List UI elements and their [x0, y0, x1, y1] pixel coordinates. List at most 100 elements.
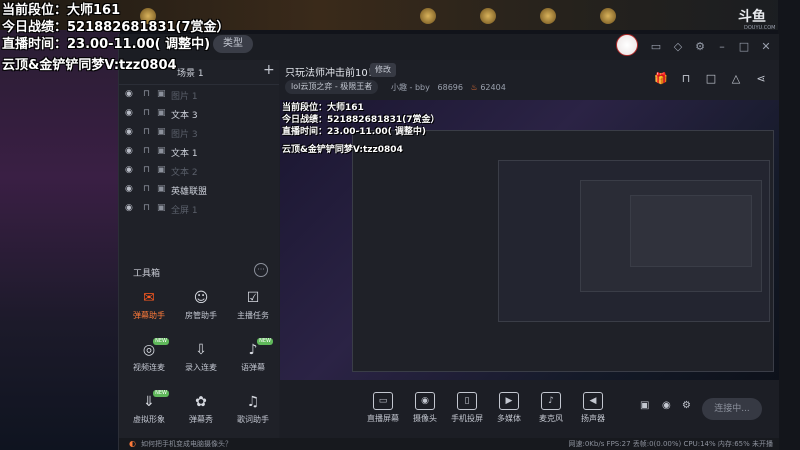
source-row[interactable]: ◉ ⊓ ▣ 图片 3 [125, 124, 275, 142]
lock-icon[interactable]: ⊓ [143, 108, 150, 118]
tool-button[interactable]: ☑ 主播任务 [229, 290, 277, 328]
eye-icon[interactable]: ◉ [125, 127, 135, 137]
eye-icon[interactable]: ◉ [125, 165, 135, 175]
douyu-logo: 斗鱼 [738, 9, 766, 25]
lock-icon[interactable]: ⊓ [143, 184, 150, 194]
eye-icon[interactable]: ◉ [125, 89, 135, 99]
lock-icon[interactable]: ⊓ [143, 146, 150, 156]
streamer-name: 小趣 - bby [391, 83, 430, 92]
person-icon: ☺ [193, 290, 209, 306]
share-icon[interactable]: ⋖ [754, 72, 768, 86]
source-type-icon: ▣ [157, 108, 166, 118]
lock-icon[interactable]: ⊓ [143, 203, 150, 213]
control-button[interactable]: ▯ 手机投屏 [444, 392, 490, 424]
stream-title: 只玩法师冲击前10！ [285, 68, 378, 79]
control-button[interactable]: ▶ 多媒体 [486, 392, 532, 424]
control-button[interactable]: ◉ 摄像头 [402, 392, 448, 424]
game-coin-icon [540, 8, 556, 24]
record-icon[interactable]: ◉ [662, 400, 671, 411]
lock-icon[interactable]: ⊓ [143, 89, 150, 99]
source-label: 文本 2 [171, 168, 198, 178]
lyrics-icon: ♫ [246, 394, 260, 410]
stream-overlay-text: 当前段位：大师161 今日战绩：521882681831(7赏金） 直播时间：2… [2, 2, 230, 74]
task-icon: ☑ [246, 290, 260, 306]
maximize-icon[interactable]: □ [737, 40, 751, 54]
tool-button[interactable]: ♫ 歌词助手 [229, 394, 277, 432]
message-icon[interactable]: ▭ [649, 40, 663, 54]
source-row[interactable]: ◉ ⊓ ▣ 文本 3 [125, 105, 275, 123]
source-label: 图片 1 [171, 92, 198, 102]
source-row[interactable]: ◉ ⊓ ▣ 文本 2 [125, 162, 275, 180]
new-badge: NEW [153, 390, 169, 397]
control-bar: ▭ 直播屏幕 ◉ 摄像头 ▯ 手机投屏 ▶ 多媒体 ♪ 麦克风 ◀ 扬声器 ▣ ◉ ⚙ 连接中... [280, 380, 779, 438]
stream-stats: 小趣 - bby 68696 ♨ 62404 [391, 82, 506, 93]
tool-button[interactable]: ☺ 房管助手 [177, 290, 225, 328]
lock-icon[interactable]: ⊓ [143, 165, 150, 175]
source-type-icon: ▣ [157, 203, 166, 213]
source-row[interactable]: ◉ ⊓ ▣ 图片 1 [125, 86, 275, 104]
settings-icon[interactable]: ⚙ [693, 40, 707, 54]
control-icon: ◀ [583, 392, 603, 410]
source-row[interactable]: ◉ ⊓ ▣ 全屏 1 [125, 200, 275, 218]
lock-icon[interactable]: ⊓ [143, 127, 150, 137]
category-pill[interactable]: lol云顶之弈 - 极限王者 [285, 80, 379, 94]
camera-small-icon[interactable]: ▣ [640, 400, 649, 411]
source-label: 文本 1 [171, 149, 198, 159]
control-icon: ▶ [499, 392, 519, 410]
tool-button[interactable]: ✿ 弹幕秀 [177, 394, 225, 432]
tool-button[interactable]: ◎ 视频连麦 NEW [125, 338, 173, 380]
preview-contact-line: 云顶&金铲铲同梦V:tzz0804 [282, 145, 403, 155]
tool-button[interactable]: ⇩ 录入连麦 [177, 342, 225, 380]
window-icon[interactable]: □ [704, 72, 718, 86]
user-avatar[interactable] [616, 34, 638, 56]
control-button[interactable]: ♪ 麦克风 [528, 392, 574, 424]
eye-icon[interactable]: ◉ [125, 203, 135, 213]
eye-icon[interactable]: ◉ [125, 108, 135, 118]
bell-icon[interactable]: △ [729, 72, 743, 86]
preview-schedule-line: 直播时间：23.00-11.00( 调整中) [282, 127, 427, 137]
contact-line: 云顶&金铲铲同梦V:tzz0804 [2, 58, 177, 73]
left-panel: 场景 1 + ◉ ⊓ ▣ 图片 1 ◉ ⊓ ▣ 文本 3 ◉ ⊓ ▣ 图片 3 ◉ ⊓ ▣ 文本 1 ◉ ⊓ ▣ 文本… [119, 60, 279, 450]
source-label: 英雄联盟 [171, 187, 208, 197]
source-label: 全屏 1 [171, 206, 198, 216]
minimize-icon[interactable]: – [715, 40, 729, 54]
control-button[interactable]: ◀ 扬声器 [570, 392, 616, 424]
live-preview[interactable]: 当前段位：大师161 今日战绩：521882681831(7赏金） 直播时间：2… [280, 100, 779, 380]
tool-label: 弹幕秀 [189, 415, 213, 424]
source-row[interactable]: ◉ ⊓ ▣ 文本 1 [125, 143, 275, 161]
new-badge: NEW [257, 338, 273, 345]
status-text: 网速:0Kb/s FPS:27 丢帧:0(0.00%) CPU:14% 内存:6… [568, 440, 773, 448]
tool-button[interactable]: ♪ 语弹幕 NEW [229, 338, 277, 380]
tool-label: 语弹幕 [241, 363, 265, 372]
game-coin-icon [480, 8, 496, 24]
control-label: 扬声器 [581, 414, 605, 423]
douyu-logo-sub: DOUYU.COM [744, 25, 776, 31]
add-scene-icon[interactable]: + [263, 62, 275, 78]
chat-icon: ✉ [143, 290, 155, 306]
tool-button[interactable]: ⇓ 虚拟形象 NEW [125, 390, 173, 432]
start-live-button[interactable]: 连接中... [702, 398, 762, 420]
source-type-icon: ▣ [157, 184, 166, 194]
toolbox-title: 工具箱 [133, 269, 161, 279]
eye-icon[interactable]: ◉ [125, 184, 135, 194]
fire-icon: ♨ [470, 83, 478, 92]
source-label: 图片 3 [171, 130, 198, 140]
skin-icon[interactable]: ◇ [671, 40, 685, 54]
source-type-icon: ▣ [157, 89, 166, 99]
source-row[interactable]: ◉ ⊓ ▣ 英雄联盟 [125, 181, 275, 199]
more-icon[interactable]: ··· [254, 263, 268, 277]
control-button[interactable]: ▭ 直播屏幕 [360, 392, 406, 424]
tool-label: 房管助手 [185, 311, 217, 320]
close-icon[interactable]: ✕ [759, 40, 773, 54]
eye-icon[interactable]: ◉ [125, 146, 135, 156]
lock-icon[interactable]: ⊓ [679, 72, 693, 86]
gift-icon[interactable]: 🎁 [654, 72, 668, 86]
hint-icon: ◐ [129, 439, 136, 448]
record-line: 今日战绩：521882681831(7赏金） [2, 20, 230, 35]
tool-button[interactable]: ✉ 弹幕助手 [125, 290, 173, 328]
modify-title-button[interactable]: 修改 [370, 63, 396, 77]
hint-link[interactable]: 如何把手机变成电脑摄像头？ [141, 439, 232, 449]
gear-icon[interactable]: ⚙ [682, 400, 691, 411]
record-icon: ⇩ [195, 342, 207, 358]
source-type-icon: ▣ [157, 146, 166, 156]
